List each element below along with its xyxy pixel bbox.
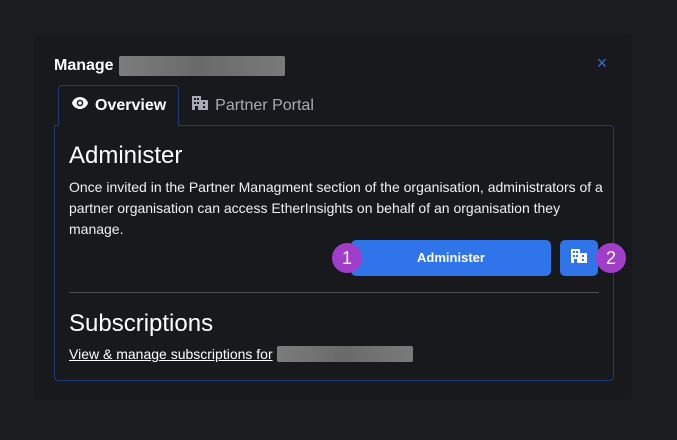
close-icon[interactable]: × [594, 53, 610, 73]
administer-button[interactable]: Administer [351, 240, 551, 276]
modal-title-text: Manage [54, 57, 114, 74]
building-icon [191, 95, 209, 116]
redacted-organisation-name [118, 56, 285, 76]
tab-overview-label: Overview [95, 96, 167, 114]
manage-subscriptions-link-text: View & manage subscriptions for [69, 346, 273, 362]
partner-portal-button[interactable] [560, 240, 598, 276]
building-icon [570, 248, 588, 269]
manage-modal: Manage × Overview Partner Portal Adminis… [34, 34, 632, 400]
section-divider [69, 292, 599, 293]
manage-subscriptions-link[interactable]: View & manage subscriptions for [69, 346, 413, 362]
modal-title: Manage [54, 56, 285, 76]
tab-partner-portal[interactable]: Partner Portal [179, 85, 326, 126]
subscriptions-heading: Subscriptions [69, 310, 214, 337]
administer-heading: Administer [69, 142, 183, 169]
step-badge-2: 2 [596, 243, 626, 273]
step-badge-1: 1 [332, 243, 362, 273]
redacted-organisation-name [276, 346, 413, 362]
tab-partner-portal-label: Partner Portal [215, 96, 314, 114]
administer-description: Once invited in the Partner Managment se… [69, 179, 603, 237]
overview-panel: Administer Once invited in the Partner M… [54, 125, 626, 381]
tab-overview[interactable]: Overview [58, 85, 180, 126]
eye-icon [71, 96, 89, 115]
tab-bar: Overview Partner Portal [58, 85, 326, 126]
